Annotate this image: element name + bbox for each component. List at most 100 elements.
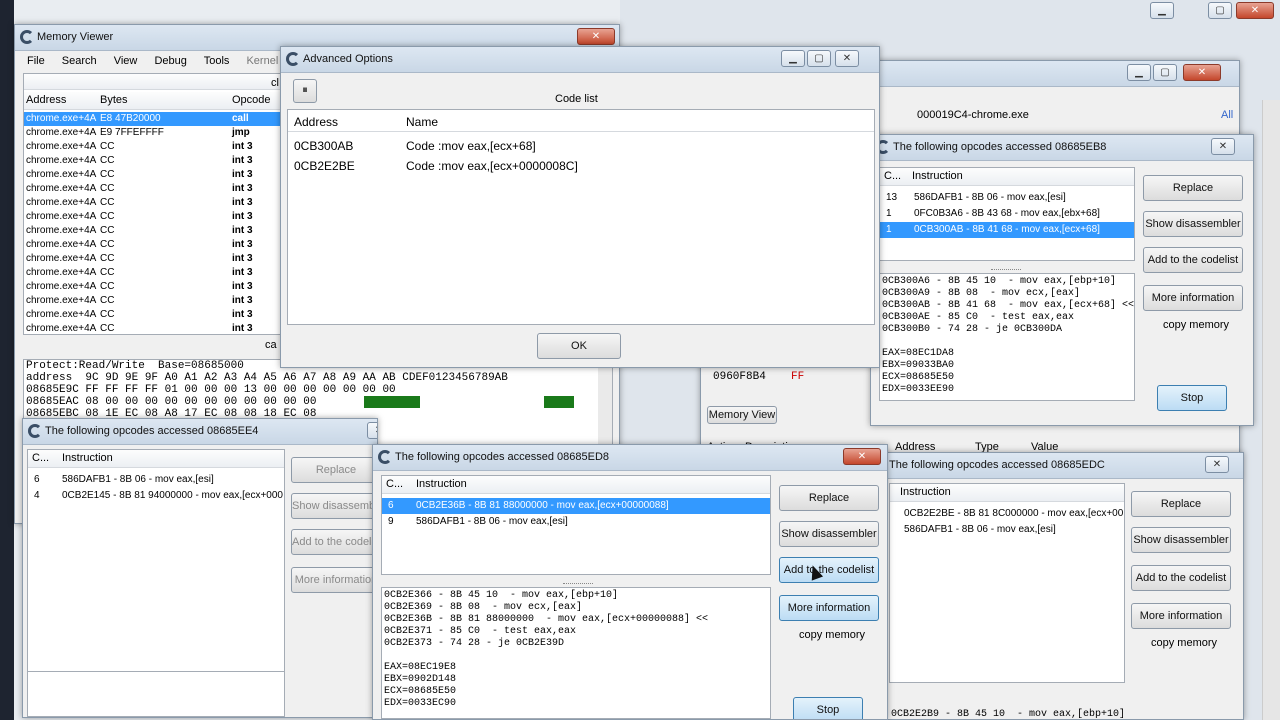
advanced-options-maximize-button[interactable]: ▢ xyxy=(807,50,831,67)
code-list-row[interactable]: 0CB2E2BE Code :mov eax,[ecx+0000008C] xyxy=(288,156,874,176)
disassembler-row[interactable]: chrome.exe+4A CC int 3 xyxy=(24,252,280,266)
disassembler-row[interactable]: chrome.exe+4A CC int 3 xyxy=(24,140,280,154)
disassembler-row[interactable]: chrome.exe+4A CC int 3 xyxy=(24,308,280,322)
col-count[interactable]: C... xyxy=(386,478,403,490)
col-count[interactable]: C... xyxy=(32,452,49,464)
disassembler-row[interactable]: chrome.exe+4A CC int 3 xyxy=(24,266,280,280)
hex-scrollbar[interactable] xyxy=(598,360,612,444)
show-disassembler-button[interactable]: Show disassembler xyxy=(1143,211,1243,237)
ok-button[interactable]: OK xyxy=(537,333,621,359)
menu-tools[interactable]: Tools xyxy=(204,55,230,67)
opcodes-ed8-list[interactable]: C... Instruction 6 0CB2E36B - 8B 81 88000… xyxy=(381,475,771,575)
browser-close-button[interactable]: ✕ xyxy=(1236,2,1274,19)
menu-search[interactable]: Search xyxy=(62,55,97,67)
opcodes-ee4-detail[interactable] xyxy=(27,671,285,717)
pause-button[interactable]: ⏸ xyxy=(293,79,317,103)
opcodes-ed8-detail[interactable]: 0CB2E366 - 8B 45 10 - mov eax,[ebp+10] 0C… xyxy=(381,587,771,719)
stop-button[interactable]: Stop xyxy=(793,697,863,719)
disassembler-row[interactable]: chrome.exe+4A CC int 3 xyxy=(24,224,280,238)
browser-scrollbar[interactable] xyxy=(1262,100,1280,720)
disassembler-row[interactable]: chrome.exe+4A CC int 3 xyxy=(24,182,280,196)
code-list[interactable]: Address Name 0CB300AB Code :mov eax,[ecx+… xyxy=(287,109,875,325)
opcode-row[interactable]: 1 0CB300AB - 8B 41 68 - mov eax,[ecx+68] xyxy=(880,222,1134,238)
opcodes-eb8-list[interactable]: C... Instruction 13 586DAFB1 - 8B 06 - mo… xyxy=(879,167,1135,261)
col-address[interactable]: Address xyxy=(26,94,66,106)
disassembler-row[interactable]: chrome.exe+4A CC int 3 xyxy=(24,154,280,168)
show-disassembler-button[interactable]: Show disassembler xyxy=(779,521,879,547)
opcode-row[interactable]: 1 0FC0B3A6 - 8B 43 68 - mov eax,[ebx+68] xyxy=(880,206,1134,222)
memory-viewer-title: Memory Viewer xyxy=(37,31,114,43)
copy-memory-label[interactable]: copy memory xyxy=(799,629,865,641)
col-count[interactable]: C... xyxy=(884,170,901,182)
disassembler-panel[interactable]: Address Bytes Opcode chrome.exe+4A E8 47B… xyxy=(23,73,281,335)
opcodes-eb8-titlebar[interactable]: The following opcodes accessed 08685EB8 xyxy=(871,135,1253,161)
copy-memory-label[interactable]: copy memory xyxy=(1151,637,1217,649)
opcodes-eb8-close-button[interactable]: ✕ xyxy=(1211,138,1235,155)
copy-memory-label[interactable]: copy memory xyxy=(1163,319,1229,331)
disassembler-row[interactable]: chrome.exe+4A E8 47B20000 call xyxy=(24,112,280,126)
replace-button[interactable]: Replace xyxy=(1143,175,1243,201)
add-to-codelist-button[interactable]: Add to the codelist xyxy=(779,557,879,583)
show-disassembler-button[interactable]: Show disassembler xyxy=(1131,527,1231,553)
add-to-codelist-button[interactable]: Add to the codelist xyxy=(1143,247,1243,273)
col-instruction[interactable]: Instruction xyxy=(900,486,951,498)
more-information-button[interactable]: More information xyxy=(1131,603,1231,629)
opcode-row[interactable]: 6 586DAFB1 - 8B 06 - mov eax,[esi] xyxy=(28,472,284,488)
more-information-button[interactable]: More information xyxy=(779,595,879,621)
disassembler-row[interactable]: chrome.exe+4A CC int 3 xyxy=(24,280,280,294)
add-to-codelist-button[interactable]: Add to the codelist xyxy=(291,529,377,555)
opcode-row[interactable]: 9 586DAFB1 - 8B 06 - mov eax,[esi] xyxy=(382,514,770,530)
bg-close-button[interactable]: ✕ xyxy=(1183,64,1221,81)
memory-viewer-close-button[interactable]: ✕ xyxy=(577,28,615,45)
col-name[interactable]: Name xyxy=(406,115,438,129)
more-information-button[interactable]: More information xyxy=(1143,285,1243,311)
code-list-row[interactable]: 0CB300AB Code :mov eax,[ecx+68] xyxy=(288,136,874,156)
advanced-options-close-button[interactable]: ✕ xyxy=(835,50,859,67)
col-opcode[interactable]: Opcode xyxy=(232,94,271,106)
browser-minimize-button[interactable]: ▁ xyxy=(1150,2,1174,19)
col-instruction[interactable]: Instruction xyxy=(416,478,467,490)
all-link[interactable]: All xyxy=(1221,109,1233,121)
row-count: 4 xyxy=(34,490,40,501)
more-information-button[interactable]: More information xyxy=(291,567,377,593)
opcodes-ee4-list[interactable]: C... Instruction 6 586DAFB1 - 8B 06 - mov… xyxy=(27,449,285,685)
replace-button[interactable]: Replace xyxy=(291,457,377,483)
bg-minimize-button[interactable]: ▁ xyxy=(1127,64,1151,81)
col-instruction[interactable]: Instruction xyxy=(912,170,963,182)
col-address[interactable]: Address xyxy=(294,115,338,129)
disassembler-row[interactable]: chrome.exe+4A CC int 3 xyxy=(24,168,280,182)
opcode-row[interactable]: 6 0CB2E36B - 8B 81 88000000 - mov eax,[ec… xyxy=(382,498,770,514)
stop-button[interactable]: Stop xyxy=(1157,385,1227,411)
opcodes-edc-close-button[interactable]: ✕ xyxy=(1205,456,1229,473)
disassembler-row[interactable]: chrome.exe+4A CC int 3 xyxy=(24,238,280,252)
opcode-row[interactable]: 13 586DAFB1 - 8B 06 - mov eax,[esi] xyxy=(880,190,1134,206)
opcodes-edc-titlebar[interactable]: The following opcodes accessed 08685EDC xyxy=(885,453,1243,479)
menu-debug[interactable]: Debug xyxy=(154,55,186,67)
add-to-codelist-button[interactable]: Add to the codelist xyxy=(1131,565,1231,591)
col-instruction[interactable]: Instruction xyxy=(62,452,113,464)
disassembler-row[interactable]: chrome.exe+4A CC int 3 xyxy=(24,210,280,224)
opcode-row[interactable]: 0CB2E2BE - 8B 81 8C000000 - mov eax,[ecx… xyxy=(890,506,1124,522)
disassembler-row[interactable]: chrome.exe+4A CC int 3 xyxy=(24,322,280,334)
opcodes-eb8-detail[interactable]: 0CB300A6 - 8B 45 10 - mov eax,[ebp+10] 0C… xyxy=(879,273,1135,401)
opcodes-edc-list[interactable]: Instruction 0CB2E2BE - 8B 81 8C000000 - … xyxy=(889,483,1125,683)
opcodes-ee4-close-button[interactable]: ✕ xyxy=(367,422,377,439)
replace-button[interactable]: Replace xyxy=(779,485,879,511)
replace-button[interactable]: Replace xyxy=(1131,491,1231,517)
opcodes-ed8-close-button[interactable]: ✕ xyxy=(843,448,881,465)
opcode-row[interactable]: 4 0CB2E145 - 8B 81 94000000 - mov eax,[ec… xyxy=(28,488,284,504)
menu-view[interactable]: View xyxy=(114,55,138,67)
browser-maximize-button[interactable]: ▢ xyxy=(1208,2,1232,19)
bg-maximize-button[interactable]: ▢ xyxy=(1153,64,1177,81)
menu-file[interactable]: File xyxy=(27,55,45,67)
disassembler-row[interactable]: chrome.exe+4A CC int 3 xyxy=(24,294,280,308)
advanced-options-minimize-button[interactable]: ▁ xyxy=(781,50,805,67)
opcodes-ed8-titlebar[interactable]: The following opcodes accessed 08685ED8 xyxy=(373,445,887,471)
opcode-row[interactable]: 586DAFB1 - 8B 06 - mov eax,[esi] xyxy=(890,522,1124,538)
disassembler-row[interactable]: chrome.exe+4A CC int 3 xyxy=(24,196,280,210)
col-bytes[interactable]: Bytes xyxy=(100,94,128,106)
show-disassembler-button[interactable]: Show disassembler xyxy=(291,493,377,519)
memory-view-button[interactable]: Memory View xyxy=(707,406,777,424)
disassembler-row[interactable]: chrome.exe+4A E9 7FFEFFFF jmp xyxy=(24,126,280,140)
opcodes-ee4-titlebar[interactable]: The following opcodes accessed 08685EE4 xyxy=(23,419,377,445)
